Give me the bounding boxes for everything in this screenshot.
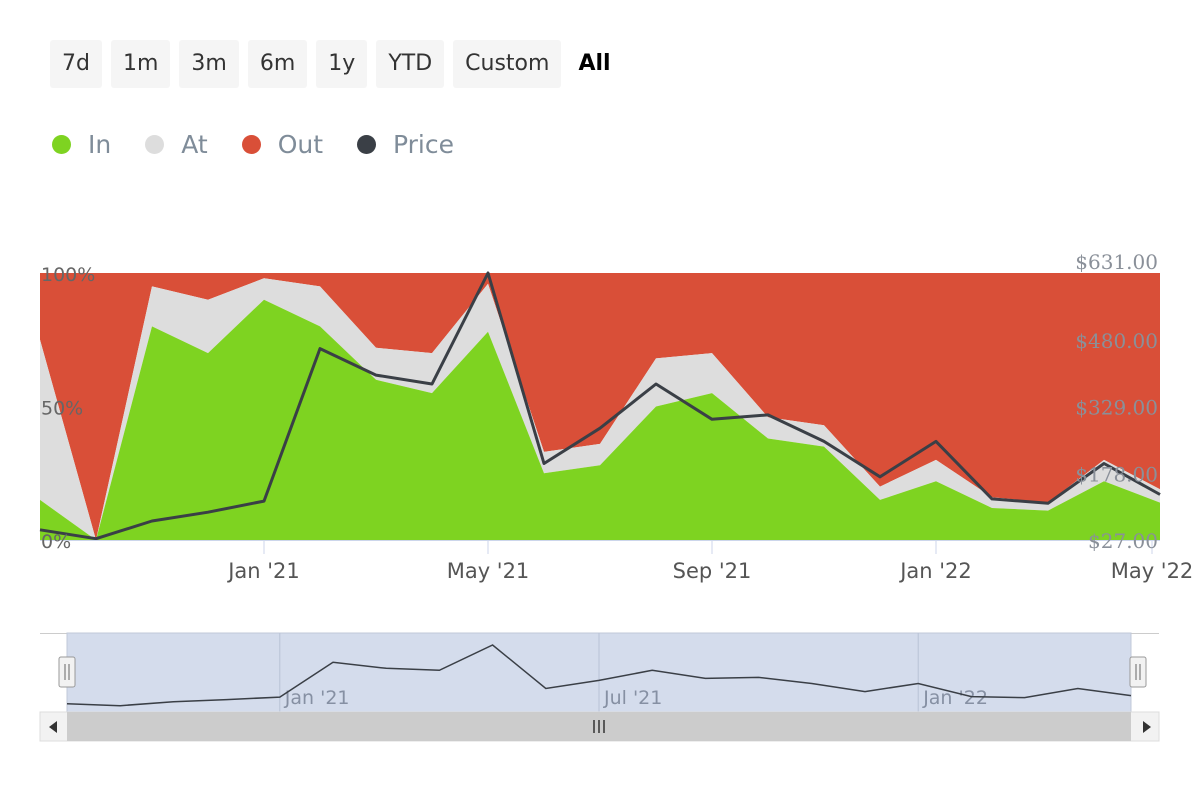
x-tick-label: Jan '21 — [226, 559, 300, 583]
x-tick-label: May '22 — [1111, 559, 1194, 583]
y-right-tick-label: $27.00 — [1088, 529, 1158, 553]
chart: Jan '21 May '21 Sep '21 Jan '22 May '22 100% 5… — [39, 250, 1194, 742]
y-left-tick-label: 100% — [41, 264, 95, 286]
navigator-right-handle[interactable] — [1129, 656, 1147, 688]
x-tick-label: Jan '22 — [898, 559, 972, 583]
y-right-tick-label: $178.00 — [1075, 462, 1158, 486]
navigator-left-handle[interactable] — [58, 656, 76, 688]
navigator: Jan '21 Jul '21 Jan '22 — [39, 632, 1160, 742]
plot-area — [39, 271, 1161, 541]
scrollbar[interactable] — [39, 711, 1160, 742]
y-left-tick-label: 0% — [41, 531, 71, 553]
y-right-tick-label: $631.00 — [1075, 250, 1158, 274]
navigator-tick-label: Jan '22 — [922, 687, 988, 709]
y-right-tick-label: $480.00 — [1075, 329, 1158, 353]
navigator-tick-label: Jul '21 — [603, 687, 662, 709]
navigator-tick-label: Jan '21 — [284, 687, 350, 709]
y-left-tick-label: 50% — [41, 398, 83, 420]
y-right-tick-label: $329.00 — [1075, 396, 1158, 420]
x-tick-label: May '21 — [447, 559, 530, 583]
x-tick-label: Sep '21 — [673, 559, 752, 583]
